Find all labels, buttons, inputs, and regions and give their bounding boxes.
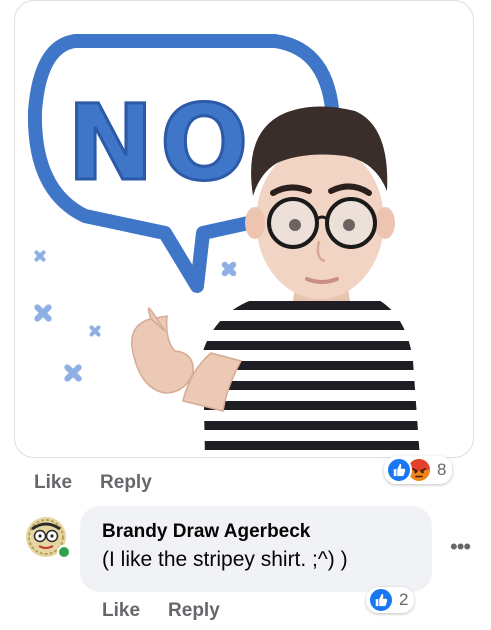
online-status-indicator (57, 545, 71, 559)
reply-button[interactable]: Reply (168, 600, 220, 622)
reaction-count: 2 (399, 590, 409, 609)
like-button[interactable]: Like (34, 472, 72, 494)
comment-text: (I like the stripey shirt. ;^) ) (102, 548, 348, 571)
like-button[interactable]: Like (102, 600, 140, 622)
reply-button[interactable]: Reply (100, 472, 152, 494)
memoji-sticker: NO (27, 34, 420, 457)
sticker-image[interactable]: NO (14, 0, 474, 458)
like-icon (368, 587, 394, 613)
comment-actions: Like Reply (34, 472, 152, 494)
like-icon (386, 457, 412, 483)
memoji-head (245, 106, 395, 299)
more-options-button[interactable]: ••• (450, 534, 471, 559)
comment-author[interactable]: Brandy Draw Agerbeck (102, 520, 412, 544)
comment-actions: Like Reply (102, 600, 220, 622)
reaction-count: 8 (437, 460, 447, 479)
reaction-summary[interactable]: 8 (384, 456, 453, 484)
speech-text: NO (67, 82, 254, 204)
reaction-summary[interactable]: 2 (366, 587, 415, 613)
more-horizontal-icon: ••• (450, 534, 471, 559)
comment-bubble: Brandy Draw Agerbeck (I like the stripey… (80, 506, 432, 592)
